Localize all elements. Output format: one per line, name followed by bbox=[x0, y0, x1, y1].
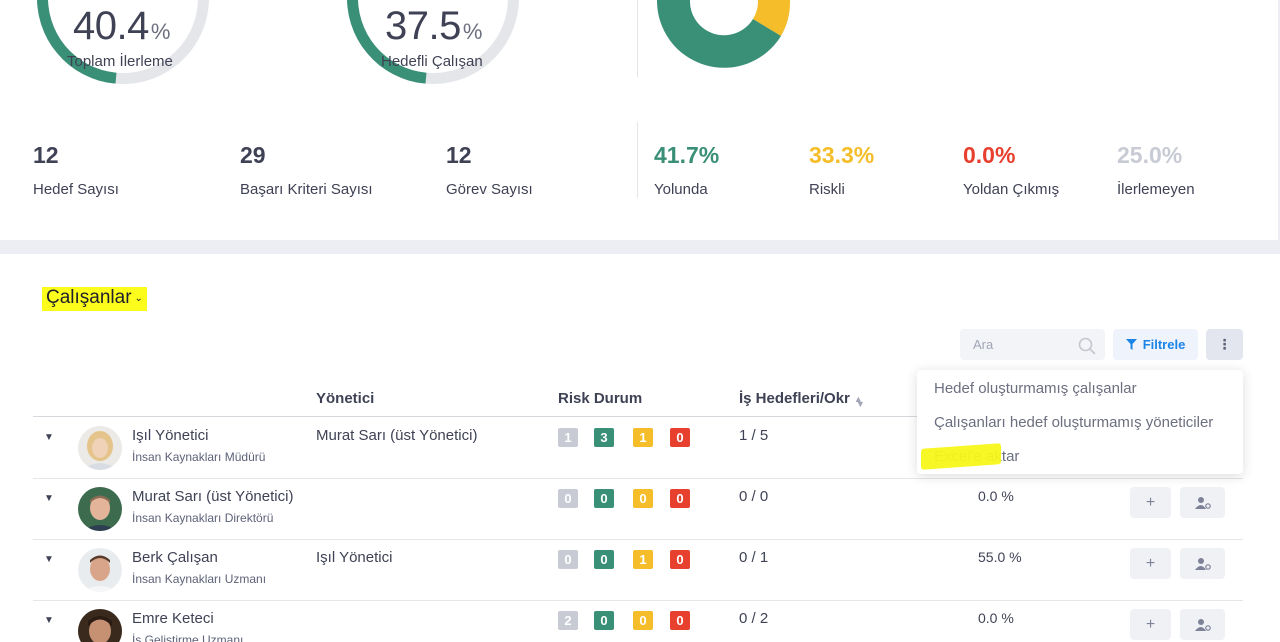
add-goal-button[interactable]: + bbox=[1130, 487, 1171, 518]
add-goal-button[interactable]: + bbox=[1130, 548, 1171, 579]
risk-offtrack-badge: 0 bbox=[670, 550, 690, 569]
risky-value: 33.3% bbox=[809, 142, 875, 168]
filter-button[interactable]: Filtrele bbox=[1113, 329, 1198, 360]
goal-count-value: 12 bbox=[33, 142, 59, 168]
chevron-down-icon: ⌄ bbox=[134, 293, 143, 304]
summary-card: 40.4% Toplam İlerleme 37.5% Hedefli Çalı… bbox=[0, 0, 1278, 240]
total-progress-value: 40.4% bbox=[73, 4, 170, 48]
employee-title: İnsan Kaynakları Müdürü bbox=[132, 450, 266, 464]
risk-risky-badge: 1 bbox=[633, 550, 653, 569]
table-row[interactable]: ▼ Berk Çalışan İnsan Kaynakları Uzmanı I… bbox=[0, 540, 1280, 601]
risk-ontrack-badge: 0 bbox=[594, 611, 614, 630]
add-goal-button[interactable]: + bbox=[1130, 609, 1171, 640]
risk-ontrack-badge: 0 bbox=[594, 550, 614, 569]
expand-caret-icon[interactable]: ▼ bbox=[44, 432, 54, 443]
menu-item-no-goal-managers[interactable]: Çalışanları hedef oluşturmamış yöneticil… bbox=[934, 414, 1213, 431]
progress-value: 55.0 % bbox=[978, 549, 1022, 565]
risk-notprogressing-badge: 1 bbox=[558, 428, 578, 447]
employee-title: İnsan Kaynakları Direktörü bbox=[132, 511, 274, 525]
employee-title: İnsan Kaynakları Uzmanı bbox=[132, 572, 267, 586]
targeted-employee-label: Hedefli Çalışan bbox=[381, 53, 483, 70]
criteria-count-label: Başarı Kriteri Sayısı bbox=[240, 181, 373, 198]
avatar bbox=[78, 426, 122, 470]
employees-title-dropdown[interactable]: Çalışanlar ⌄ bbox=[42, 287, 147, 311]
goal-ratio: 0 / 1 bbox=[739, 549, 769, 566]
total-progress-label: Toplam İlerleme bbox=[67, 53, 173, 70]
employee-name[interactable]: Murat Sarı (üst Yönetici) bbox=[132, 488, 293, 505]
table-row[interactable]: ▼ Murat Sarı (üst Yönetici) İnsan Kaynak… bbox=[0, 479, 1280, 540]
expand-caret-icon[interactable]: ▼ bbox=[44, 493, 54, 504]
progress-value: 0.0 % bbox=[978, 488, 1014, 504]
offtrack-value: 0.0% bbox=[963, 142, 1016, 168]
task-count-label: Görev Sayısı bbox=[446, 181, 533, 198]
section-separator bbox=[0, 240, 1280, 254]
column-header-manager[interactable]: Yönetici bbox=[316, 390, 374, 407]
risk-notprogressing-badge: 2 bbox=[558, 611, 578, 630]
risk-notprogressing-badge: 0 bbox=[558, 489, 578, 508]
employee-name[interactable]: Emre Keteci bbox=[132, 610, 214, 627]
ontrack-label: Yolunda bbox=[654, 181, 708, 198]
employee-manager: Işıl Yönetici bbox=[316, 549, 393, 566]
user-gear-icon bbox=[1194, 557, 1211, 570]
goal-count-label: Hedef Sayısı bbox=[33, 181, 119, 198]
goal-ratio: 0 / 2 bbox=[739, 610, 769, 627]
filter-icon bbox=[1125, 339, 1137, 350]
more-vertical-icon: ⋮ bbox=[1217, 336, 1232, 352]
table-row[interactable]: ▼ Emre Keteci İş Geliştirme Uzmanı 2 0 0… bbox=[0, 601, 1280, 642]
plus-icon: + bbox=[1145, 493, 1156, 511]
avatar bbox=[78, 487, 122, 531]
plus-icon: + bbox=[1145, 615, 1156, 633]
risk-notprogressing-badge: 0 bbox=[558, 550, 578, 569]
risk-ontrack-badge: 3 bbox=[594, 428, 614, 447]
user-settings-button[interactable] bbox=[1180, 487, 1225, 518]
targeted-employee-value: 37.5% bbox=[385, 4, 482, 48]
risky-label: Riskli bbox=[809, 181, 845, 198]
progress-value: 0.0 % bbox=[978, 610, 1014, 626]
employee-title: İş Geliştirme Uzmanı bbox=[132, 633, 244, 642]
risk-ontrack-badge: 0 bbox=[594, 489, 614, 508]
risk-risky-badge: 1 bbox=[633, 428, 653, 447]
risk-offtrack-badge: 0 bbox=[670, 611, 690, 630]
employee-manager: Murat Sarı (üst Yönetici) bbox=[316, 427, 478, 444]
criteria-count-value: 29 bbox=[240, 142, 266, 168]
task-count-value: 12 bbox=[446, 142, 472, 168]
user-gear-icon bbox=[1194, 618, 1211, 631]
user-settings-button[interactable] bbox=[1180, 609, 1225, 640]
column-header-risk[interactable]: Risk Durum bbox=[558, 390, 642, 407]
user-settings-button[interactable] bbox=[1180, 548, 1225, 579]
goal-ratio: 0 / 0 bbox=[739, 488, 769, 505]
search-icon[interactable] bbox=[1078, 337, 1096, 355]
sort-icon[interactable]: ▲▼ bbox=[854, 394, 865, 409]
risk-risky-badge: 0 bbox=[633, 489, 653, 508]
offtrack-label: Yoldan Çıkmış bbox=[963, 181, 1060, 198]
notprogressing-label: İlerlemeyen bbox=[1117, 181, 1195, 198]
search-input[interactable] bbox=[960, 329, 1070, 360]
more-options-button[interactable]: ⋮ bbox=[1206, 329, 1243, 360]
employee-name[interactable]: Işıl Yönetici bbox=[132, 427, 208, 444]
filter-label: Filtrele bbox=[1142, 337, 1186, 352]
notprogressing-value: 25.0% bbox=[1117, 142, 1183, 168]
expand-caret-icon[interactable]: ▼ bbox=[44, 615, 54, 626]
employee-name[interactable]: Berk Çalışan bbox=[132, 549, 218, 566]
divider bbox=[637, 0, 638, 77]
user-gear-icon bbox=[1194, 496, 1211, 509]
search-box[interactable] bbox=[960, 329, 1105, 360]
divider bbox=[637, 122, 638, 198]
menu-item-no-goal-employees[interactable]: Hedef oluşturmamış çalışanlar bbox=[934, 380, 1137, 397]
plus-icon: + bbox=[1145, 554, 1156, 572]
expand-caret-icon[interactable]: ▼ bbox=[44, 554, 54, 565]
risk-risky-badge: 0 bbox=[633, 611, 653, 630]
avatar bbox=[78, 548, 122, 592]
goal-ratio: 1 / 5 bbox=[739, 427, 769, 444]
status-donut-chart bbox=[656, 0, 791, 68]
column-header-goals[interactable]: İş Hedefleri/Okr ▲▼ bbox=[739, 390, 865, 409]
ontrack-value: 41.7% bbox=[654, 142, 720, 168]
risk-offtrack-badge: 0 bbox=[670, 428, 690, 447]
avatar bbox=[78, 609, 122, 642]
risk-offtrack-badge: 0 bbox=[670, 489, 690, 508]
